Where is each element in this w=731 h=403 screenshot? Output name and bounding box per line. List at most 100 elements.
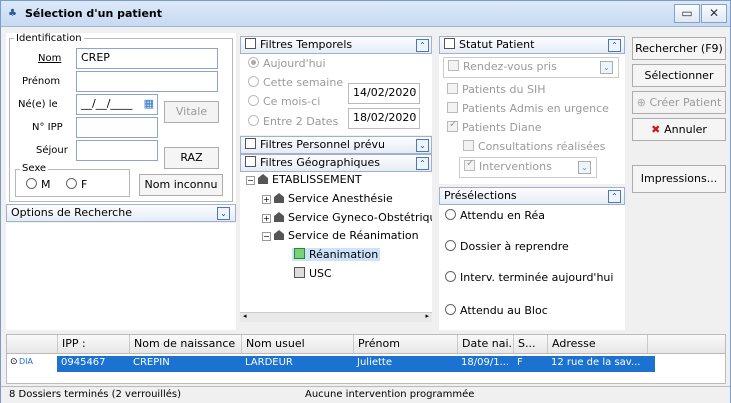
collapse-chevron-icon[interactable]: ⌃ (416, 157, 429, 170)
patients-grid: IPP : Nom de naissance Nom usuel Prénom … (6, 334, 726, 384)
dropdown-arrow-icon[interactable]: ◂ (412, 112, 416, 120)
filtres-geo-header[interactable]: Filtres Géographiques ⌃ (240, 154, 432, 172)
filtres-temporels-header[interactable]: Filtres Temporels ⌃ (240, 36, 432, 54)
ipp-input[interactable] (76, 117, 158, 138)
col-sexe[interactable]: S... (513, 335, 547, 353)
row-marker: DIA (19, 357, 33, 366)
collapse-icon[interactable]: − (246, 176, 255, 185)
grid-header: IPP : Nom de naissance Nom usuel Prénom … (7, 335, 725, 354)
filtres-temporels-checkbox[interactable] (245, 38, 256, 49)
geo-tree: − ETABLISSEMENT + Service Anesthésie + Serv… (240, 172, 432, 322)
ipp-label: N° IPP (32, 122, 63, 133)
sexe-m-radio[interactable]: M (26, 178, 51, 191)
interventions-select[interactable]: Interventions⌄ (459, 157, 597, 178)
calendar-icon[interactable]: ▦ (144, 97, 154, 110)
collapse-icon[interactable]: − (262, 232, 271, 241)
creer-patient-button[interactable]: ⊕ Créer Patient (632, 91, 726, 114)
filtres-personnel-header[interactable]: Filtres Personnel prévu ⌄ (240, 136, 432, 154)
birthdate-input[interactable]: __/__/____ ▦ (76, 94, 158, 115)
tree-service-anesthesie[interactable]: + Service Anesthésie (262, 192, 393, 205)
window-title: Sélection d'un patient (25, 7, 162, 20)
sexe-f-radio[interactable]: F (66, 178, 87, 191)
nom-label: Nom (38, 53, 62, 64)
date-end-input[interactable]: 18/02/2020 ◂ (348, 108, 420, 129)
collapse-chevron-icon[interactable]: ⌃ (416, 39, 429, 52)
scroll-left-icon[interactable]: ◂ (243, 312, 247, 320)
preselections-header[interactable]: Présélections ⌃ (439, 187, 625, 205)
nom-input[interactable]: CREP (76, 48, 218, 69)
filtres-personnel-checkbox[interactable] (245, 138, 256, 149)
dropdown-chevron-icon[interactable]: ⌄ (600, 61, 613, 74)
tree-service-reanimation[interactable]: − Service de Réanimation (262, 229, 419, 242)
expand-chevron-icon[interactable]: ⌄ (416, 139, 429, 152)
patients-sih-checkbox[interactable]: Patients du SIH (447, 83, 545, 96)
patients-urgence-checkbox[interactable]: Patients Admis en urgence (447, 102, 609, 115)
col-date-naissance[interactable]: Date nai... (457, 335, 513, 353)
raz-button[interactable]: RAZ (164, 147, 219, 169)
preselection-item[interactable]: Attendu en Réa (445, 209, 545, 222)
nom-inconnu-button[interactable]: Nom inconnu (139, 174, 223, 196)
filtres-temporels-body: Aujourd'hui Cette semaine Ce mois-ci Ent… (240, 54, 432, 135)
unit-icon (294, 267, 305, 278)
patients-diane-checkbox[interactable]: Patients Diane (447, 119, 542, 134)
restore-icon[interactable]: ▭ (674, 4, 700, 23)
preselection-item[interactable]: Attendu au Bloc (445, 304, 548, 317)
dropdown-arrow-icon[interactable]: ◂ (412, 87, 416, 95)
rechercher-button[interactable]: Rechercher (F9) (632, 37, 726, 60)
radio-entre-2-dates[interactable]: Entre 2 Dates (248, 115, 338, 128)
building-icon (274, 193, 284, 203)
building-icon (274, 230, 284, 240)
horizontal-scrollbar[interactable]: ◂ ▸ (240, 312, 432, 322)
identification-legend: Identification (14, 33, 84, 44)
tree-unit-reanimation[interactable]: Réanimation (292, 248, 381, 261)
unit-icon (294, 248, 305, 259)
cancel-icon: ✖ (651, 123, 665, 136)
col-prenom[interactable]: Prénom (353, 335, 457, 353)
patient-app-icon: ♣ (8, 8, 17, 19)
status-interventions: Aucune intervention programmée (305, 389, 475, 400)
sexe-legend: Sexe (20, 163, 49, 174)
add-icon: ⊕ (636, 96, 650, 109)
table-row[interactable]: 0945467 CREPIN LARDEUR Juliette 18/09/1.… (57, 356, 655, 372)
patient-selection-window: ♣ Sélection d'un patient ▭ ✕ Identificat… (0, 0, 731, 403)
expand-icon[interactable]: + (262, 214, 271, 223)
collapse-chevron-icon[interactable]: ⌃ (608, 39, 621, 52)
preselection-item[interactable]: Dossier à reprendre (445, 240, 569, 253)
collapse-chevron-icon[interactable]: ⌃ (608, 190, 621, 203)
col-ipp[interactable]: IPP : (57, 335, 129, 353)
radio-cette-semaine[interactable]: Cette semaine (248, 76, 343, 89)
radio-ce-mois-ci[interactable]: Ce mois-ci (248, 95, 320, 108)
col-nom-naissance[interactable]: Nom de naissance (129, 335, 241, 353)
options-recherche-body (6, 223, 236, 330)
identification-panel: Identification Nom CREP Prénom Né(e) le … (6, 33, 236, 205)
radio-aujourdhui[interactable]: Aujourd'hui (248, 57, 326, 70)
selectionner-button[interactable]: Sélectionner (632, 64, 726, 87)
row-indicator-icon: ⊙ (10, 357, 18, 367)
prenom-input[interactable] (76, 71, 218, 92)
options-recherche-header[interactable]: Options de Recherche ⌄ (6, 204, 236, 222)
sejour-input[interactable] (76, 140, 158, 161)
expand-chevron-icon[interactable]: ⌄ (217, 207, 230, 220)
statut-patient-checkbox[interactable] (444, 38, 455, 49)
scroll-right-icon[interactable]: ▸ (425, 312, 429, 320)
vitale-button[interactable]: Vitale (164, 101, 219, 123)
rdv-select[interactable]: Rendez-vous pris ⌄ (443, 57, 619, 78)
col-adresse[interactable]: Adresse (547, 335, 647, 353)
tree-root[interactable]: − ETABLISSEMENT (246, 173, 362, 186)
col-nom-usuel[interactable]: Nom usuel (241, 335, 353, 353)
impressions-button[interactable]: Impressions... (632, 165, 726, 193)
tree-unit-usc[interactable]: USC (292, 267, 334, 280)
preselection-item[interactable]: Interv. terminée aujourd'hui (445, 271, 613, 284)
nee-label: Né(e) le (18, 99, 58, 110)
dropdown-chevron-icon[interactable]: ⌄ (578, 161, 591, 174)
tree-service-gyneco[interactable]: + Service Gyneco-Obstétriqu (262, 211, 432, 224)
annuler-button[interactable]: ✖ Annuler (632, 118, 726, 141)
status-bar: 8 Dossiers terminés (2 verrouillés) Aucu… (1, 386, 730, 403)
date-start-input[interactable]: 14/02/2020 ◂ (348, 83, 420, 104)
preselections-body: Attendu en Réa Dossier à reprendre Inter… (439, 205, 625, 330)
close-icon[interactable]: ✕ (701, 4, 727, 23)
expand-icon[interactable]: + (262, 195, 271, 204)
filtres-geo-checkbox[interactable] (245, 156, 256, 167)
statut-patient-header[interactable]: Statut Patient ⌃ (439, 36, 625, 54)
consultations-checkbox[interactable]: Consultations réalisées (463, 140, 605, 153)
